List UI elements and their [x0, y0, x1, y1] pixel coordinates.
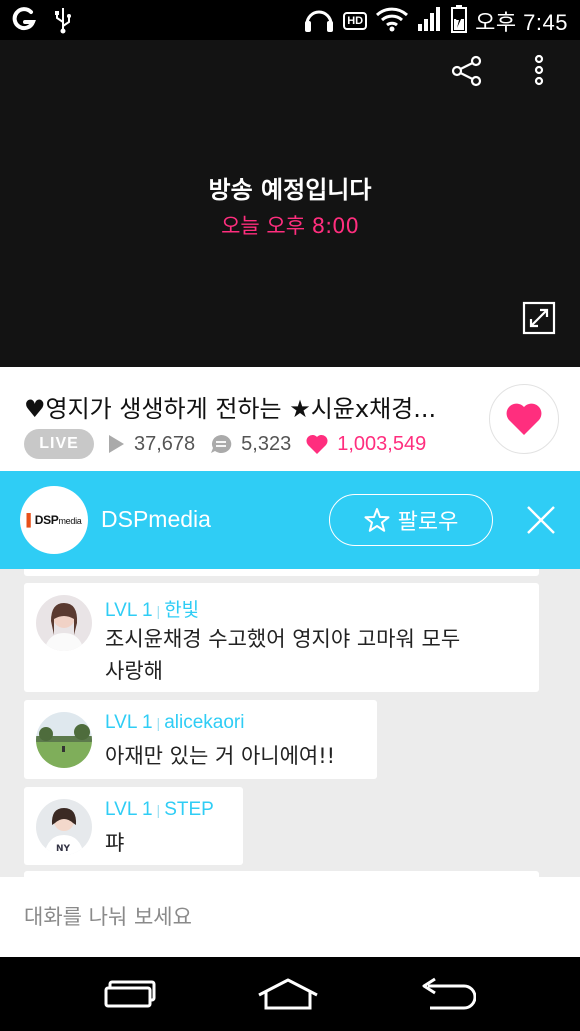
heart-count-value: 1,003,549 — [337, 432, 427, 455]
heart-count: 1,003,549 — [305, 433, 426, 456]
close-channel-button[interactable] — [524, 503, 558, 537]
follow-label: 팔로우 — [397, 510, 459, 535]
system-nav-bar — [0, 957, 580, 1031]
broadcast-stats: LIVE 37,678 5,323 1,003,549 — [24, 427, 426, 461]
heart-icon — [506, 403, 542, 435]
share-button[interactable] — [450, 54, 484, 88]
broadcast-title: ♥영지가 생생하게 전하는 ★시윤x채경... — [24, 395, 437, 423]
chat-text: 퍄 — [105, 831, 125, 855]
close-icon — [527, 506, 555, 534]
back-button[interactable] — [414, 973, 478, 1015]
comment-count: 5,323 — [209, 433, 291, 456]
play-icon — [109, 435, 124, 453]
battery-charging-icon — [451, 5, 468, 37]
heart-icon — [306, 434, 328, 454]
share-icon — [451, 55, 482, 87]
status-bar: HD 오후 7:45 — [0, 0, 580, 40]
user-level: LVL 1 — [105, 799, 153, 820]
user-avatar[interactable] — [36, 595, 92, 651]
chat-meta: LVL 1 | 한빛 — [105, 600, 200, 621]
svg-text:NY: NY — [56, 844, 71, 854]
channel-logo-text: ▌DSPmedia — [26, 513, 82, 527]
user-level: LVL 1 — [105, 600, 153, 621]
chat-input[interactable] — [0, 877, 580, 957]
user-level: LVL 1 — [105, 712, 153, 733]
chat-message-partial — [24, 569, 539, 576]
username[interactable]: 한빛 — [164, 600, 199, 621]
home-button[interactable] — [256, 973, 320, 1015]
fullscreen-button[interactable] — [522, 301, 556, 335]
channel-bar: ▌DSPmedia DSPmedia 팔로우 — [0, 471, 580, 569]
scheduled-time: 오늘 오후 8:00 — [221, 214, 359, 238]
username[interactable]: STEP — [164, 799, 214, 820]
chat-list[interactable]: LVL 1 | 한빛 조시윤채경 수고했어 영지야 고마워 모두 사랑해 LVL 1… — [0, 569, 580, 877]
chat-meta: LVL 1 | alicekaori — [105, 712, 245, 733]
more-icon — [534, 54, 544, 86]
hd-voice-icon: HD — [343, 12, 368, 30]
back-icon — [422, 977, 476, 1010]
view-count: 37,678 — [106, 433, 195, 456]
star-icon — [364, 508, 390, 532]
chat-meta: LVL 1 | STEP — [105, 799, 214, 820]
clock: 오후 7:45 — [475, 10, 568, 35]
chat-text: 아재만 있는 거 아니에여!! — [105, 744, 336, 768]
username[interactable]: alicekaori — [164, 712, 244, 733]
follow-button[interactable]: 팔로우 — [329, 494, 493, 546]
user-avatar[interactable]: NY — [36, 799, 92, 855]
usb-icon — [54, 6, 72, 38]
recent-apps-button[interactable] — [99, 973, 163, 1015]
user-avatar[interactable] — [36, 712, 92, 768]
chat-text: 조시윤채경 수고했어 영지야 고마워 모두 사랑해 — [105, 627, 461, 683]
chat-message: LVL 1 | 한빛 조시윤채경 수고했어 영지야 고마워 모두 사랑해 — [24, 583, 539, 692]
chat-message: LVL 1 | alicekaori 아재만 있는 거 아니에여!! — [24, 700, 377, 779]
comment-count-value: 5,323 — [241, 432, 292, 455]
chat-message: NY LVL 1 | STEP 퍄 — [24, 787, 243, 865]
g-logo-icon — [12, 7, 36, 37]
video-status-title: 방송 예정입니다 — [208, 176, 372, 204]
channel-name[interactable]: DSPmedia — [101, 506, 211, 533]
home-icon — [258, 978, 318, 1010]
view-count-value: 37,678 — [134, 432, 196, 455]
channel-logo[interactable]: ▌DSPmedia — [20, 486, 88, 554]
more-options-button[interactable] — [526, 52, 552, 90]
chat-bubble-icon — [211, 434, 232, 453]
video-player[interactable]: 방송 예정입니다 오늘 오후 8:00 — [0, 40, 580, 367]
like-button[interactable] — [489, 384, 559, 454]
wifi-icon — [375, 6, 409, 36]
fullscreen-icon — [522, 301, 556, 335]
broadcast-info: ♥영지가 생생하게 전하는 ★시윤x채경... LIVE 37,678 5,32… — [0, 367, 580, 471]
signal-icon — [417, 6, 443, 36]
headphones-icon — [303, 4, 335, 38]
chat-input-bar — [0, 877, 580, 957]
live-badge: LIVE — [24, 429, 94, 459]
recent-apps-icon — [104, 980, 156, 1008]
